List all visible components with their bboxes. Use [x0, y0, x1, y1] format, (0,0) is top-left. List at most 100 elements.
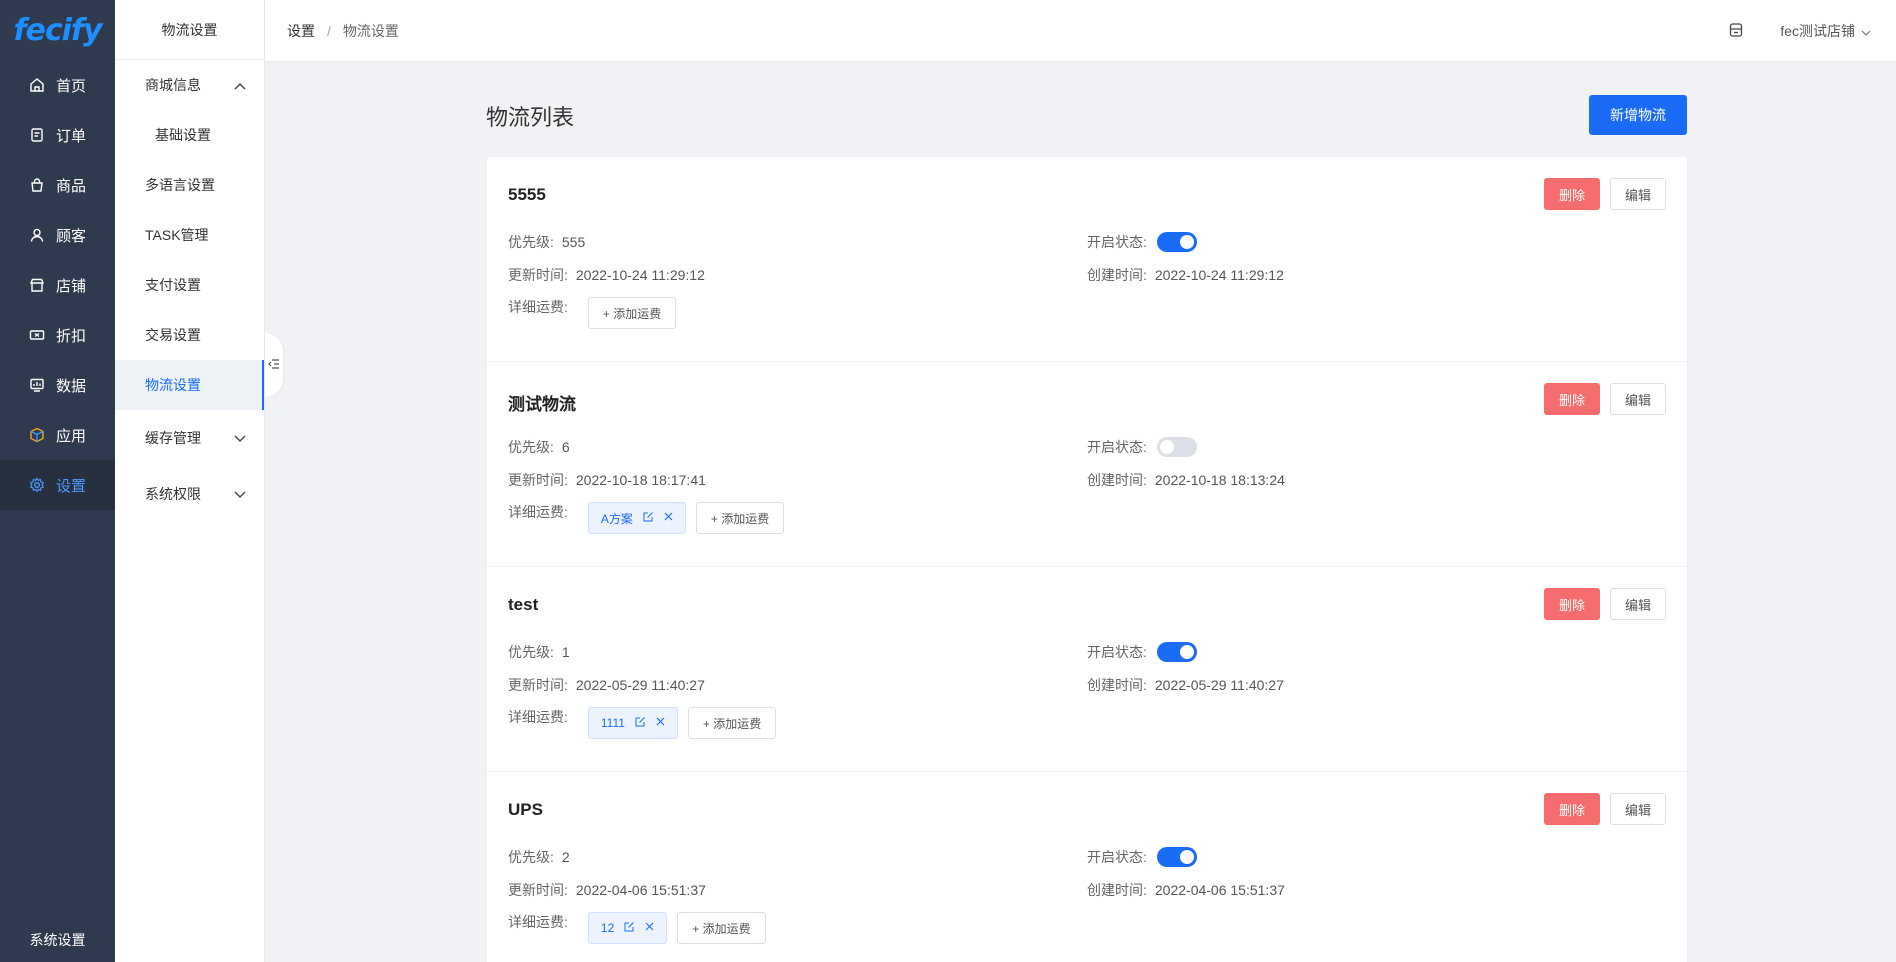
- updated-row: 更新时间: 2022-04-06 15:51:37: [508, 880, 706, 900]
- submenu-item-task[interactable]: TASK管理: [115, 210, 264, 260]
- delete-button[interactable]: 删除: [1544, 178, 1600, 210]
- status-toggle[interactable]: [1156, 847, 1197, 867]
- updated-label: 更新时间:: [508, 472, 568, 488]
- submenu-item-languages[interactable]: 多语言设置: [115, 160, 264, 210]
- close-icon[interactable]: [664, 512, 673, 524]
- shipping-fee-name: A方案: [600, 511, 633, 526]
- status-toggle[interactable]: [1156, 232, 1197, 252]
- status-toggle[interactable]: [1156, 642, 1197, 662]
- submenu-item-basic-settings[interactable]: 基础设置: [115, 110, 264, 160]
- nav-item-products[interactable]: 商品: [0, 160, 115, 210]
- priority-row: 优先级: 6: [508, 437, 570, 457]
- nav-item-home[interactable]: 首页: [0, 60, 115, 110]
- shipping-label: 详细运费:: [508, 709, 568, 725]
- created-label: 创建时间:: [1087, 472, 1147, 488]
- nav-item-label: 首页: [56, 77, 87, 95]
- submenu-item-label: 物流设置: [145, 377, 201, 393]
- created-value: 2022-10-18 18:13:24: [1154, 472, 1285, 488]
- page-title: 物流列表: [486, 105, 575, 130]
- updated-value: 2022-10-18 18:17:41: [575, 472, 706, 488]
- add-fee-button[interactable]: + 添加运费: [687, 707, 777, 739]
- logistics-name: test: [508, 595, 539, 614]
- add-logistics-button[interactable]: 新增物流: [1589, 95, 1687, 135]
- nav-item-customers[interactable]: 顾客: [0, 210, 115, 260]
- nav-item-orders[interactable]: 订单: [0, 110, 115, 160]
- updated-label: 更新时间:: [508, 267, 568, 283]
- nav-item-data[interactable]: 数据: [0, 360, 115, 410]
- storefront-icon[interactable]: [1728, 22, 1744, 41]
- logistics-list: 5555 删除 编辑 优先级: 555 更新时间: 2022-10-24 11:…: [487, 157, 1687, 962]
- updated-label: 更新时间:: [508, 882, 568, 898]
- edit-button[interactable]: 编辑: [1610, 793, 1666, 825]
- logistics-card: 测试物流 删除 编辑 优先级: 6 更新时间: 2022-10-18 18:17…: [487, 362, 1687, 567]
- shipping-row: 详细运费: 1111 + 添加运费: [508, 707, 777, 739]
- system-settings-link[interactable]: 系统设置: [0, 930, 115, 950]
- breadcrumb: 设置 / 物流设置: [287, 21, 399, 41]
- nav-item-stores[interactable]: 店铺: [0, 260, 115, 310]
- created-value: 2022-10-24 11:29:12: [1154, 267, 1284, 283]
- breadcrumb-current: 物流设置: [342, 22, 399, 39]
- submenu-item-logistics[interactable]: 物流设置: [115, 360, 264, 410]
- submenu-item-label: 缓存管理: [145, 430, 201, 446]
- status-toggle[interactable]: [1156, 437, 1197, 457]
- add-fee-button[interactable]: + 添加运费: [587, 297, 677, 329]
- status-label: 开启状态:: [1087, 234, 1147, 250]
- logistics-name: 5555: [508, 185, 546, 204]
- collapse-menu-button[interactable]: [265, 333, 283, 397]
- submenu-item-payment[interactable]: 支付设置: [115, 260, 264, 310]
- logistics-card: UPS 删除 编辑 优先级: 2 更新时间: 2022-04-06 15:51:…: [487, 772, 1687, 962]
- ticket-icon: [28, 326, 46, 344]
- nav-item-label: 设置: [56, 477, 87, 495]
- add-fee-button[interactable]: + 添加运费: [695, 502, 785, 534]
- breadcrumb-separator: /: [327, 22, 331, 39]
- store-switcher[interactable]: fec测试店铺: [1780, 21, 1871, 41]
- delete-button[interactable]: 删除: [1544, 793, 1600, 825]
- submenu-item-label: 交易设置: [145, 327, 201, 343]
- edit-icon[interactable]: [624, 921, 635, 935]
- submenu-title: 物流设置: [115, 0, 264, 60]
- delete-button[interactable]: 删除: [1544, 588, 1600, 620]
- close-icon[interactable]: [645, 922, 654, 934]
- created-row: 创建时间: 2022-04-06 15:51:37: [1087, 880, 1285, 900]
- status-row: 开启状态:: [1087, 847, 1197, 867]
- submenu-item-label: 多语言设置: [145, 177, 215, 193]
- submenu-item-label: 商城信息: [145, 77, 201, 93]
- nav-item-apps[interactable]: 应用: [0, 410, 115, 460]
- shipping-row: 详细运费: + 添加运费: [508, 297, 677, 329]
- shipping-label: 详细运费:: [508, 299, 568, 315]
- edit-icon[interactable]: [643, 511, 654, 525]
- delete-button[interactable]: 删除: [1544, 383, 1600, 415]
- status-label: 开启状态:: [1087, 439, 1147, 455]
- created-value: 2022-05-29 11:40:27: [1154, 677, 1284, 693]
- close-icon[interactable]: [656, 717, 665, 729]
- edit-icon[interactable]: [635, 716, 646, 730]
- shipping-fee-tag[interactable]: A方案: [587, 502, 686, 534]
- shipping-fee-tag[interactable]: 1111: [587, 707, 678, 739]
- shipping-row: 详细运费: 12 + 添加运费: [508, 912, 766, 944]
- created-row: 创建时间: 2022-10-18 18:13:24: [1087, 470, 1285, 490]
- add-fee-button[interactable]: + 添加运费: [677, 912, 766, 944]
- shipping-fee-tag[interactable]: 12: [587, 912, 668, 944]
- edit-button[interactable]: 编辑: [1610, 588, 1666, 620]
- submenu-item-mall-info[interactable]: 商城信息: [115, 60, 264, 110]
- logistics-card: test 删除 编辑 优先级: 1 更新时间: 2022-05-29 11:40…: [487, 567, 1687, 772]
- priority-row: 优先级: 2: [508, 847, 570, 867]
- order-icon: [28, 126, 46, 144]
- breadcrumb-root[interactable]: 设置: [287, 21, 315, 41]
- edit-button[interactable]: 编辑: [1610, 383, 1666, 415]
- nav-item-settings[interactable]: 设置: [0, 460, 115, 510]
- priority-label: 优先级:: [508, 439, 554, 455]
- submenu-item-permissions[interactable]: 系统权限: [115, 466, 264, 522]
- settings-submenu: 物流设置 商城信息 基础设置 多语言设置 TASK管理 支付设置 交易设置 物流…: [115, 0, 265, 962]
- edit-button[interactable]: 编辑: [1610, 178, 1666, 210]
- priority-value: 555: [561, 234, 586, 250]
- updated-value: 2022-04-06 15:51:37: [575, 882, 706, 898]
- fecify-logo[interactable]: fecify: [0, 0, 115, 60]
- submenu-item-label: 系统权限: [145, 486, 201, 502]
- store-icon: [28, 276, 46, 294]
- nav-item-label: 顾客: [56, 227, 87, 245]
- submenu-item-trade[interactable]: 交易设置: [115, 310, 264, 360]
- nav-item-discounts[interactable]: 折扣: [0, 310, 115, 360]
- updated-row: 更新时间: 2022-10-24 11:29:12: [508, 265, 705, 285]
- submenu-item-cache[interactable]: 缓存管理: [115, 410, 264, 466]
